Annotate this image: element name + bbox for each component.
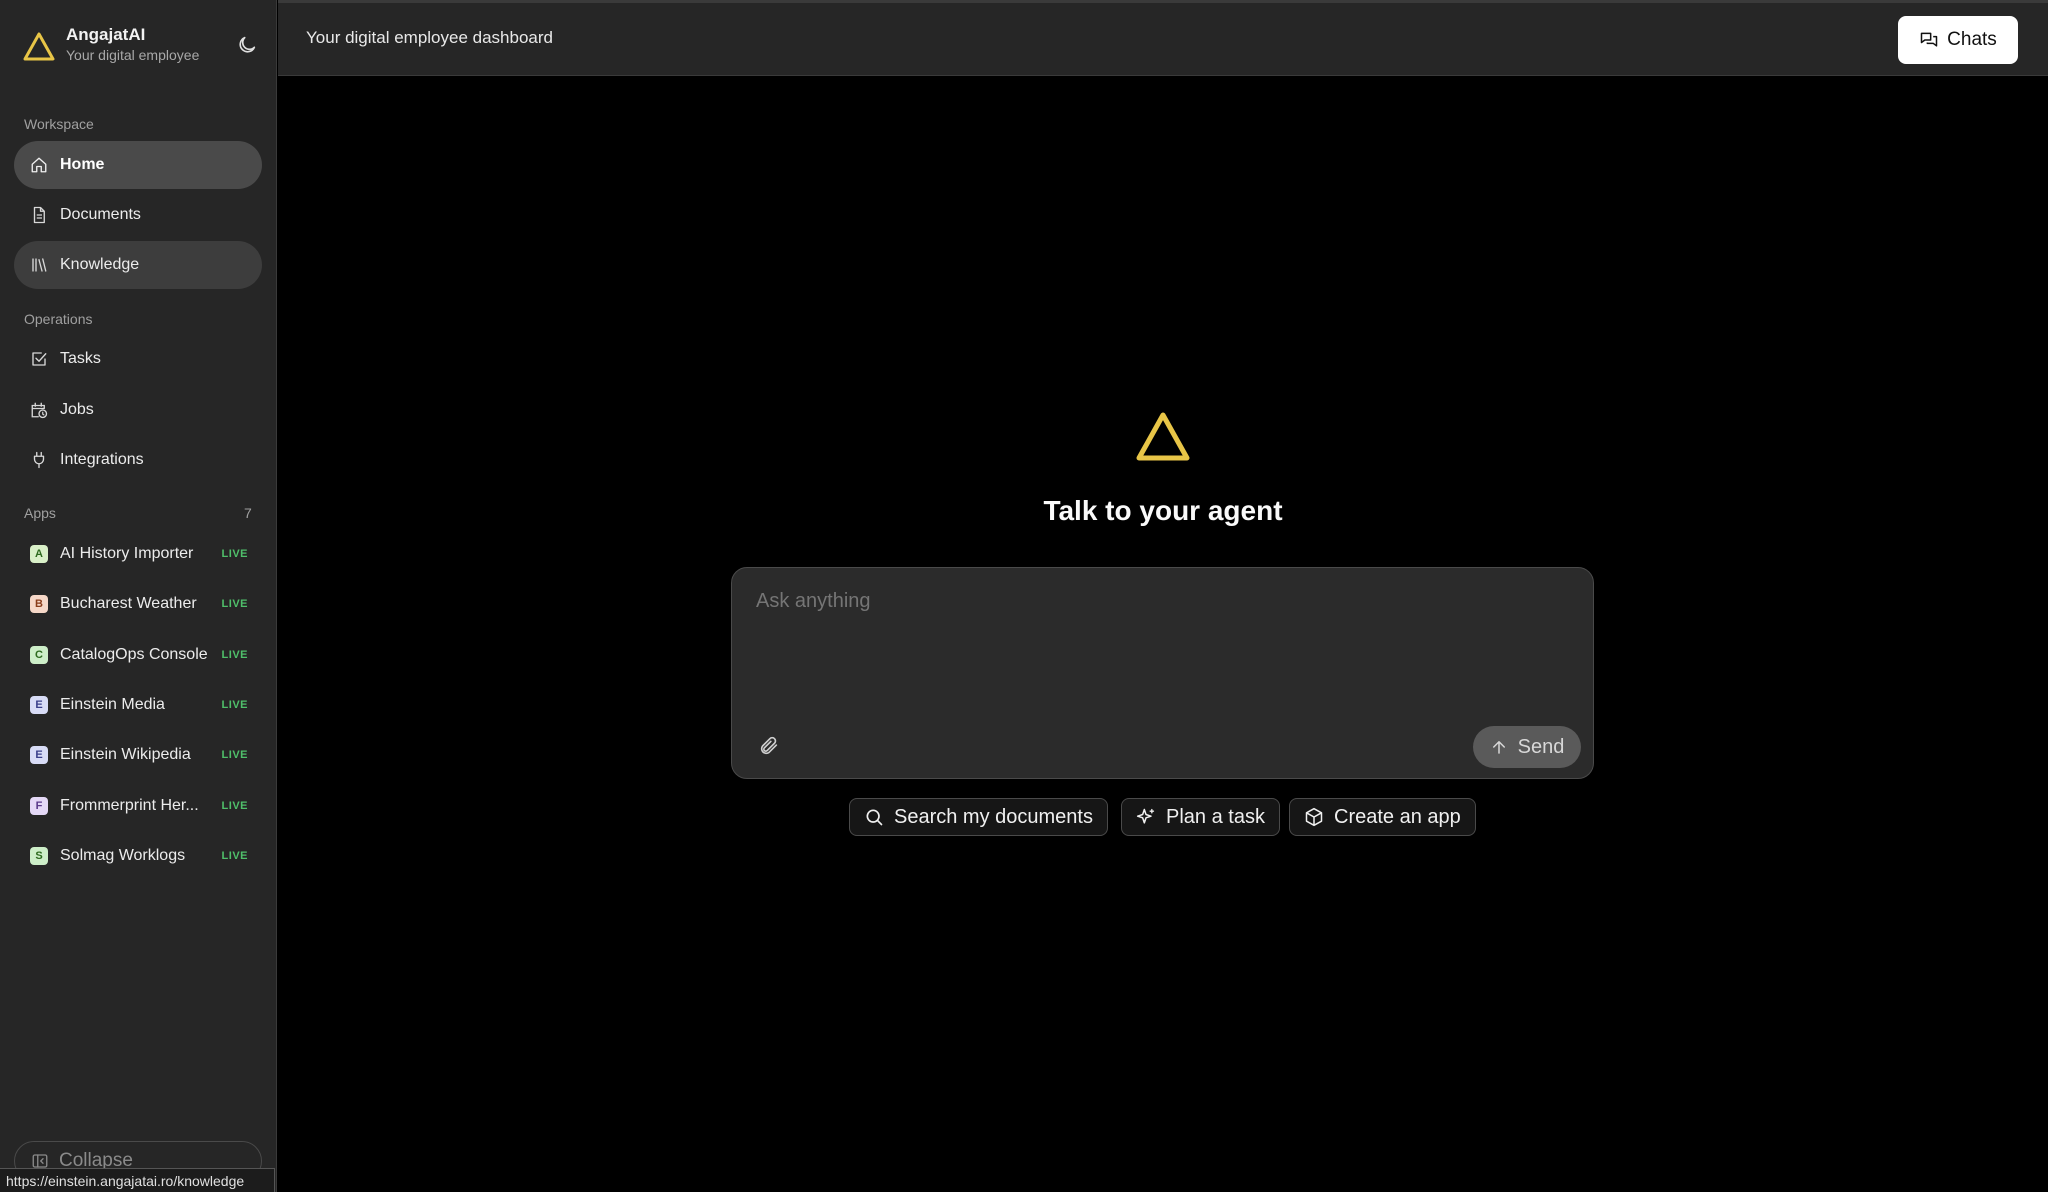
- sidebar-item-label: Documents: [60, 206, 141, 223]
- app-label: AI History Importer: [60, 545, 194, 562]
- status-badge: LIVE: [221, 648, 248, 661]
- library-icon: [32, 258, 47, 272]
- status-badge: LIVE: [221, 548, 248, 560]
- suggestion-plan-task[interactable]: Plan a task: [1121, 798, 1280, 836]
- status-badge: LIVE: [221, 849, 248, 862]
- send-button[interactable]: Send: [1473, 726, 1581, 768]
- suggestion-label: Search my documents: [894, 805, 1093, 828]
- operations-section-label: Operations: [24, 311, 93, 327]
- sidebar-item-documents[interactable]: Documents: [14, 191, 262, 239]
- sidebar: AngajatAI Your digital employee Workspac…: [0, 0, 277, 1192]
- calendar-clock-icon: [31, 402, 48, 419]
- app-badge: B: [30, 595, 48, 614]
- sidebar-app-item[interactable]: C CatalogOps Console LIVE: [14, 633, 262, 677]
- suggestion-label: Create an app: [1334, 805, 1461, 828]
- sidebar-app-item[interactable]: E Einstein Wikipedia LIVE: [14, 733, 262, 777]
- app-label: Einstein Media: [60, 695, 165, 713]
- sidebar-app-item[interactable]: F Frommerprint Her... LIVE: [14, 784, 262, 828]
- brand-logo-icon: [23, 32, 55, 61]
- chats-button[interactable]: Chats: [1898, 16, 2018, 64]
- apps-count: 7: [244, 505, 252, 521]
- status-badge: LIVE: [221, 698, 248, 711]
- chat-input[interactable]: [756, 590, 1556, 613]
- status-bar-url: https://einstein.angajatai.ro/knowledge: [0, 1168, 275, 1192]
- suggestion-create-app[interactable]: Create an app: [1289, 798, 1476, 836]
- status-badge: LIVE: [221, 799, 248, 812]
- apps-section-label: Apps: [24, 505, 56, 521]
- sidebar-item-tasks[interactable]: Tasks: [14, 335, 262, 383]
- app-badge: E: [30, 746, 48, 765]
- hero-title: Talk to your agent: [1043, 495, 1283, 526]
- app-badge: A: [30, 545, 48, 563]
- checkbox-icon: [32, 352, 47, 366]
- paperclip-icon[interactable]: [758, 735, 780, 757]
- sparkles-icon: [1136, 808, 1155, 824]
- app-label: Solmag Worklogs: [60, 846, 186, 864]
- brand[interactable]: AngajatAI Your digital employee: [22, 24, 199, 64]
- app-label: Einstein Wikipedia: [60, 746, 191, 764]
- suggestion-search-documents[interactable]: Search my documents: [849, 798, 1108, 836]
- sidebar-item-label: Integrations: [60, 451, 144, 468]
- arrow-up-icon: [1492, 741, 1505, 754]
- sidebar-item-label: Home: [60, 156, 105, 173]
- chat-bubbles-icon: [1920, 32, 1938, 47]
- brand-subtitle: Your digital employee: [66, 47, 200, 63]
- brand-name: AngajatAI: [66, 25, 146, 44]
- workspace-section-label: Workspace: [24, 116, 94, 132]
- app-badge: E: [30, 695, 48, 714]
- document-icon: [33, 206, 45, 224]
- app-label: Bucharest Weather: [60, 595, 197, 613]
- sidebar-item-label: Tasks: [60, 350, 101, 367]
- status-badge: LIVE: [221, 598, 248, 611]
- app-badge: F: [30, 796, 48, 815]
- home-icon: [31, 157, 47, 173]
- plug-icon: [33, 451, 45, 469]
- status-badge: LIVE: [221, 749, 248, 762]
- suggestion-label: Plan a task: [1166, 805, 1265, 828]
- sidebar-app-item[interactable]: S Solmag Worklogs LIVE: [14, 834, 262, 878]
- sidebar-item-home[interactable]: Home: [14, 141, 262, 189]
- chat-composer: Send: [731, 567, 1594, 779]
- sidebar-app-item[interactable]: A AI History Importer LIVE: [14, 532, 262, 576]
- sidebar-app-item[interactable]: E Einstein Media LIVE: [14, 683, 262, 727]
- sidebar-item-knowledge[interactable]: Knowledge: [14, 241, 262, 289]
- page-title: Your digital employee dashboard: [306, 28, 553, 47]
- send-label: Send: [1517, 735, 1565, 758]
- search-icon: [866, 809, 883, 826]
- chats-label: Chats: [1947, 29, 1997, 50]
- sidebar-item-label: Knowledge: [60, 256, 140, 273]
- top-header: Your digital employee dashboard Chats: [278, 0, 2048, 76]
- sidebar-item-label: Jobs: [60, 401, 94, 418]
- box-icon: [1305, 807, 1323, 827]
- app-badge: C: [30, 645, 48, 664]
- app-label: CatalogOps Console: [60, 645, 208, 663]
- moon-icon[interactable]: [236, 34, 258, 56]
- app-label: Frommerprint Her...: [60, 796, 199, 814]
- sidebar-item-integrations[interactable]: Integrations: [14, 436, 262, 484]
- agent-logo-icon: [1136, 412, 1190, 461]
- app-badge: S: [30, 846, 48, 865]
- sidebar-item-jobs[interactable]: Jobs: [14, 386, 262, 434]
- sidebar-app-item[interactable]: B Bucharest Weather LIVE: [14, 582, 262, 626]
